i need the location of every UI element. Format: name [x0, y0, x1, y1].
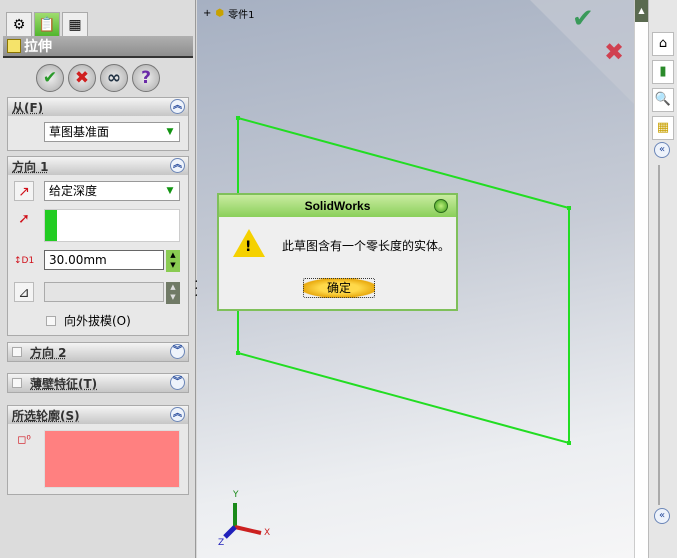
dialog-message: 此草图含有一个零长度的实体。	[282, 239, 451, 253]
direction2-label: 方向 2	[30, 345, 67, 360]
draft-angle-input[interactable]	[44, 282, 164, 302]
confirm-cancel-icon[interactable]: ✖	[604, 38, 624, 66]
draft-outward-checkbox[interactable]: 向外拔模(O)	[46, 312, 131, 329]
ok-button[interactable]: 确定	[303, 278, 375, 298]
from-select[interactable]: 草图基准面 ▼	[44, 122, 180, 142]
from-label: 从(F)	[12, 100, 44, 115]
collapse-icon[interactable]: ︽	[170, 158, 185, 173]
expand-icon[interactable]: ︾	[170, 344, 185, 359]
ok-button[interactable]: ✔	[36, 64, 64, 92]
selected-contours-section: 所选轮廓(S) ︽ ◻⁰	[7, 405, 189, 495]
property-manager-panel: ⚙ 📋 ▦ 拉伸 ✔ ✖ ∞ ? 从(F) ︽ 草图基准面 ▼ 方向 1 ︽ ↗ 给定…	[0, 0, 199, 558]
direction-selection-box[interactable]	[44, 209, 180, 242]
depth-spinner[interactable]: ▲ ▼	[166, 250, 180, 272]
task-pane-tabs: ⌂ ▮ 🔍 ▦ « «	[648, 0, 677, 558]
direction1-label: 方向 1	[12, 159, 49, 174]
from-section: 从(F) ︽ 草图基准面 ▼	[7, 97, 189, 151]
collapse-pane-icon[interactable]: «	[654, 508, 670, 524]
help-button[interactable]: ?	[132, 64, 160, 92]
end-condition-select[interactable]: 给定深度 ▼	[44, 181, 180, 201]
view-palette-icon[interactable]: ▦	[652, 116, 674, 140]
dropdown-arrow-icon: ▼	[166, 186, 174, 196]
collapse-icon[interactable]: ︽	[170, 99, 185, 114]
property-manager-tab[interactable]: 📋	[34, 12, 60, 36]
cancel-button[interactable]: ✖	[68, 64, 96, 92]
x-axis	[234, 525, 262, 535]
end-condition-value: 给定深度	[49, 184, 98, 198]
draft-spinner[interactable]: ▲ ▼	[166, 282, 180, 304]
file-explorer-icon[interactable]: 🔍	[652, 88, 674, 112]
dialog-title: SolidWorks	[304, 199, 371, 213]
scroll-up-button[interactable]: ▲	[635, 0, 648, 22]
depth-input[interactable]: 30.00mm	[44, 250, 164, 270]
feature-title-text: 拉伸	[24, 39, 52, 55]
z-axis-label: Z	[218, 538, 225, 548]
from-value: 草图基准面	[49, 125, 110, 139]
preview-button[interactable]: ∞	[100, 64, 128, 92]
dialog-close-icon[interactable]	[434, 199, 448, 213]
warning-icon-mark: !	[245, 239, 252, 255]
y-axis-label: Y	[233, 490, 239, 500]
z-axis	[223, 525, 237, 539]
reverse-direction-icon[interactable]: ↗	[14, 181, 34, 201]
direction-arrow-icon: ➚	[18, 211, 30, 227]
design-library-icon[interactable]: ▮	[652, 60, 674, 84]
checkbox[interactable]	[46, 315, 56, 326]
extrude-icon	[7, 39, 21, 53]
home-icon[interactable]: ⌂	[652, 32, 674, 56]
expand-icon[interactable]: ︾	[170, 375, 185, 390]
depth-value: 30.00mm	[49, 253, 107, 267]
draft-icon[interactable]: ⊿	[14, 282, 34, 302]
thin-feature-label: 薄壁特征(T)	[30, 376, 98, 391]
confirm-ok-icon[interactable]: ✔	[572, 4, 594, 34]
direction2-section[interactable]: 方向 2 ︾	[7, 342, 189, 362]
contour-icon: ◻⁰	[17, 433, 31, 446]
depth-icon: ↕D1	[14, 256, 35, 266]
selection-indicator	[45, 210, 57, 241]
selected-contours-label: 所选轮廓(S)	[12, 408, 80, 423]
collapse-icon[interactable]: ︽	[170, 407, 185, 422]
thin-feature-checkbox[interactable]	[12, 378, 22, 388]
direction1-section: 方向 1 ︽ ↗ 给定深度 ▼ ➚ ↕D1 30.00mm ▲ ▼ ⊿ ▲ ▼ 向外拔模…	[7, 156, 189, 336]
message-dialog: SolidWorks ! 此草图含有一个零长度的实体。 确定	[217, 193, 458, 311]
collapse-pane-icon[interactable]: «	[654, 142, 670, 158]
pane-splitter[interactable]	[658, 165, 660, 505]
vertical-scrollbar[interactable]: ▲	[634, 0, 648, 558]
selected-contours-list[interactable]	[44, 430, 180, 488]
feature-manager-tab[interactable]: ⚙	[6, 12, 32, 36]
direction2-checkbox[interactable]	[12, 347, 22, 357]
configuration-manager-tab[interactable]: ▦	[62, 12, 88, 36]
dropdown-arrow-icon: ▼	[166, 127, 174, 137]
draft-outward-label: 向外拔模(O)	[64, 314, 131, 328]
x-axis-label: X	[264, 528, 271, 538]
thin-feature-section[interactable]: 薄壁特征(T) ︾	[7, 373, 189, 393]
feature-title: 拉伸	[3, 36, 193, 58]
